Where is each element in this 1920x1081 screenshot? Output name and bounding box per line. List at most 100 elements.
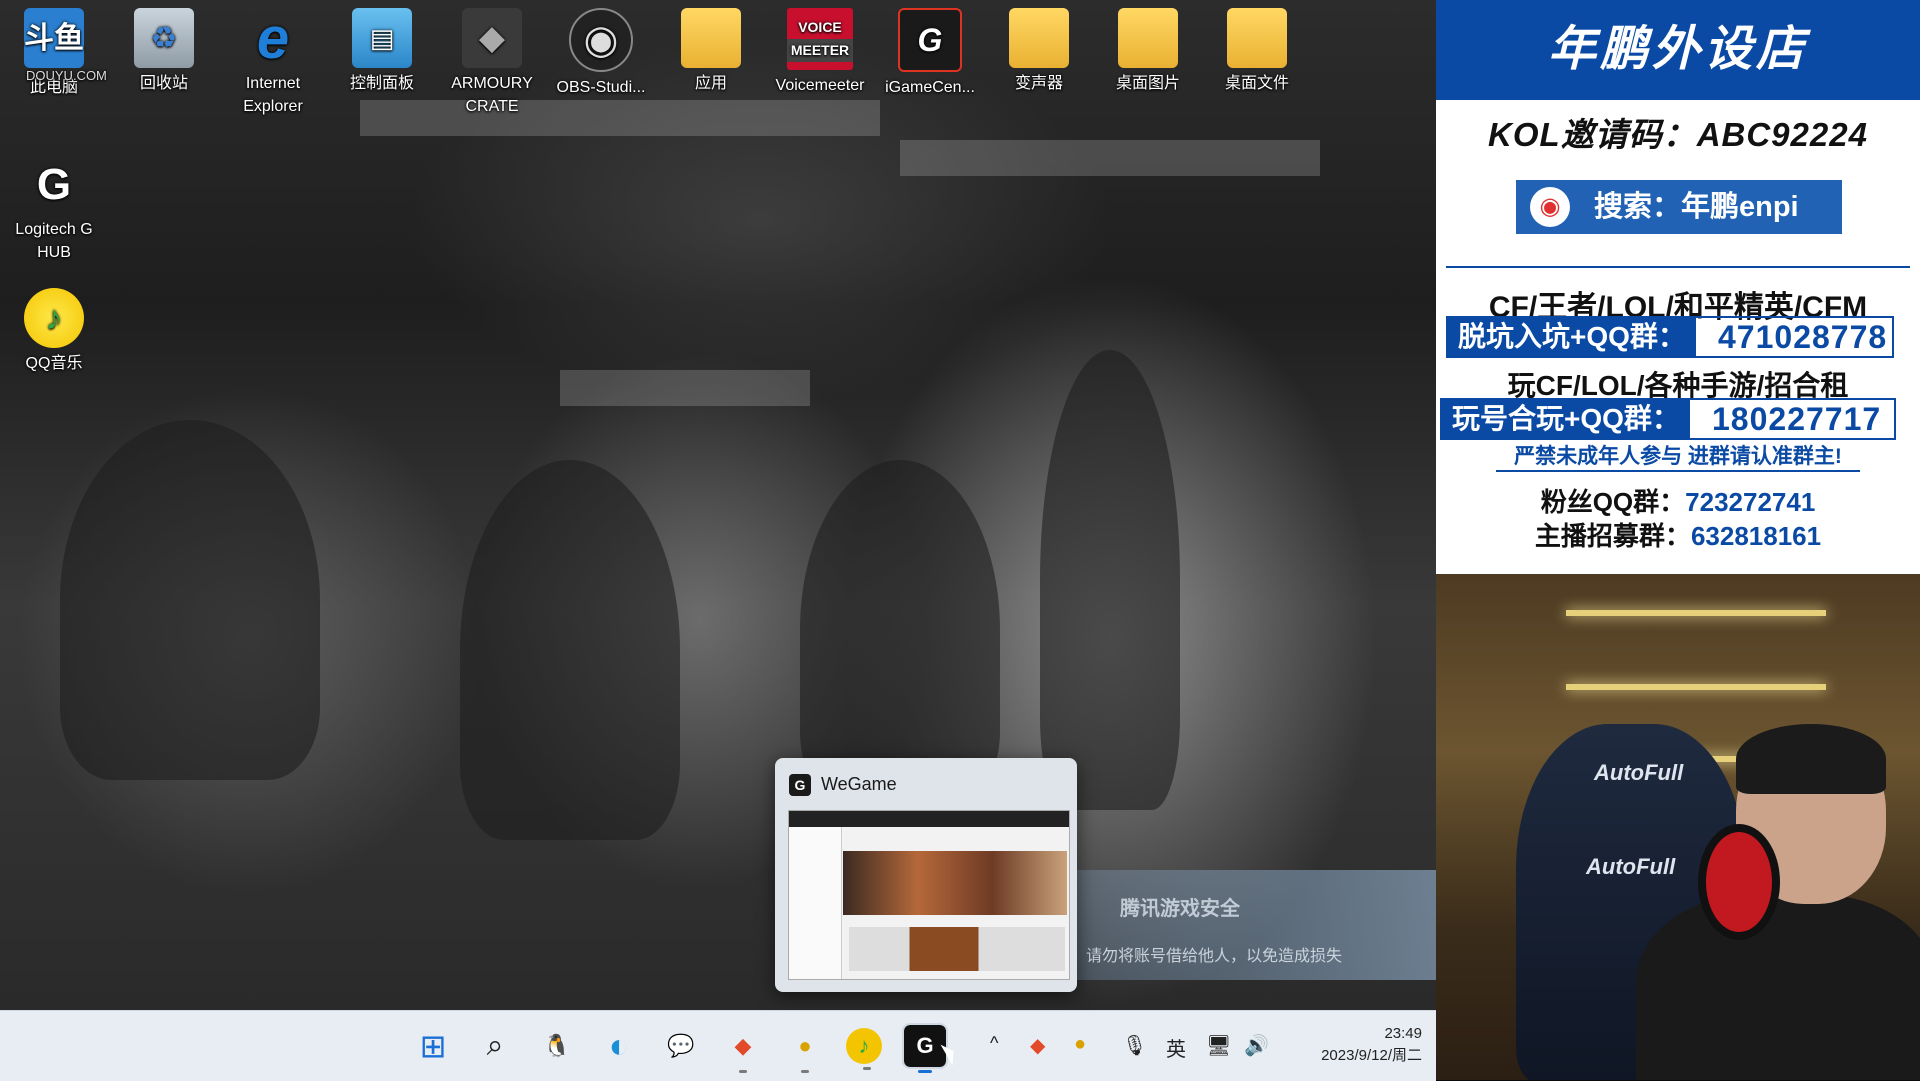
- running-indicator: [918, 1070, 932, 1073]
- logitech-g-hub-icon: G: [36, 159, 72, 209]
- clock-time: 23:49: [1384, 1025, 1422, 1042]
- thumbnail-banner: [843, 851, 1067, 915]
- stream-overlay-panel: 年鹏外设店 KOL邀请码：ABC92224 ◉ 搜索：年鹏enpi CF/王者/…: [1436, 0, 1920, 1080]
- tray-red-app-icon[interactable]: ◆: [1030, 1033, 1045, 1058]
- recruit-group-label: 主播招募群：: [1534, 521, 1691, 551]
- streamer-hair: [1736, 724, 1886, 794]
- tray-yellow-app-icon[interactable]: ●: [1074, 1033, 1086, 1056]
- qq-taskbar-button[interactable]: 🐧: [536, 1025, 578, 1067]
- weibo-icon: ◉: [1530, 187, 1570, 227]
- desktop-icon-armoury-crate[interactable]: ◆ ARMOURY CRATE: [444, 0, 540, 118]
- desktop-wallpaper: 斗鱼 DOUYU.COM 此电脑 ♻ 回收站 e Internet Explor…: [0, 0, 1436, 1010]
- fans-qq-group-number: 723272741: [1685, 487, 1816, 517]
- desktop-icon-desktop-files-folder[interactable]: 桌面文件: [1209, 0, 1305, 95]
- search-icon: ⌕: [486, 1029, 504, 1062]
- desktop-icon-label: 桌面文件: [1224, 75, 1289, 92]
- thumbnail-tiles: [849, 927, 1065, 971]
- shelf-light: [1566, 684, 1826, 690]
- desktop-icon-logitech-g-hub[interactable]: G Logitech G HUB: [6, 146, 102, 264]
- microphone-icon[interactable]: 🎙: [1122, 1033, 1147, 1058]
- security-notice: 腾讯游戏安全 请勿将账号借给他人，以免造成损失: [1076, 870, 1436, 980]
- desktop-icon-control-panel[interactable]: ▤ 控制面板: [334, 0, 430, 95]
- desktop-icon-voice-changer-folder[interactable]: 变声器: [991, 0, 1087, 95]
- running-indicator: [863, 1067, 871, 1070]
- desktop-icon-label: Logitech G HUB: [15, 221, 93, 261]
- internet-explorer-icon: e: [256, 5, 290, 71]
- chair-brand-top: AutoFull: [1594, 760, 1684, 785]
- desktop-icon-voicemeeter[interactable]: VOICE MEETER Voicemeeter: [772, 0, 868, 97]
- recruit-group-number: 632818161: [1690, 521, 1822, 551]
- wegame-icon: G: [789, 774, 811, 796]
- yellow-app-taskbar-button[interactable]: ●: [784, 1025, 826, 1073]
- divider: [1496, 470, 1860, 472]
- desktop-icon-igamecenter[interactable]: G iGameCen...: [882, 0, 978, 99]
- desktop-icon-internet-explorer[interactable]: e Internet Explorer: [225, 0, 321, 118]
- volume-icon[interactable]: 🔊: [1244, 1033, 1269, 1058]
- desktop-icon-apps-folder[interactable]: 应用: [663, 0, 759, 95]
- desktop-icon-obs[interactable]: ◉ OBS-Studi...: [553, 0, 649, 99]
- divider: [1446, 266, 1910, 268]
- thumbnail-titlebar: [789, 811, 1069, 827]
- voicemeeter-icon-top: VOICE: [798, 19, 842, 35]
- qq-music-icon: ♪: [24, 288, 84, 348]
- shelf-light: [1566, 610, 1826, 616]
- qq-group-2-row: 玩号合玩+QQ群： 180227717: [1440, 398, 1896, 440]
- clock-date: 2023/9/12/周二: [1321, 1047, 1422, 1064]
- desktop-icon-this-pc[interactable]: 斗鱼 DOUYU.COM 此电脑: [6, 0, 107, 99]
- security-notice-heading: 腾讯游戏安全: [1120, 898, 1240, 920]
- douyu-watermark: DOUYU.COM: [26, 68, 107, 83]
- folder-icon: [1227, 8, 1287, 68]
- wechat-icon: 💬: [667, 1033, 695, 1058]
- desktop-icon-desktop-pictures-folder[interactable]: 桌面图片: [1100, 0, 1196, 95]
- qq-music-taskbar-button[interactable]: ♪: [846, 1028, 882, 1070]
- start-button[interactable]: ⊞: [412, 1025, 454, 1067]
- wallpaper-person: [800, 460, 1000, 800]
- voicemeeter-icon-bottom: MEETER: [787, 39, 853, 62]
- wegame-preview-popup[interactable]: G WeGame: [775, 758, 1077, 992]
- igamecenter-icon: G: [898, 8, 962, 72]
- qq-group-1-label: 脱坑入坑+QQ群：: [1448, 318, 1696, 356]
- headphones-icon: [1698, 824, 1780, 940]
- wallpaper-person: [1040, 350, 1180, 810]
- desktop-icon-label: 桌面图片: [1115, 75, 1180, 92]
- taskbar: ⊞ ⌕ 🐧 ◐ 💬 ◆ ● ♪ G ^ ◆ ● 🎙 英 🖥 🔊 23:49 20…: [0, 1010, 1436, 1081]
- red-app-taskbar-button[interactable]: ◆: [722, 1025, 764, 1073]
- control-panel-icon: ▤: [352, 8, 412, 68]
- wallpaper-window-row: [360, 100, 880, 136]
- qq-music-icon: ♪: [858, 1033, 870, 1058]
- folder-icon: [1009, 8, 1069, 68]
- search-button[interactable]: ⌕: [474, 1025, 516, 1067]
- fans-qq-group-label: 粉丝QQ群：: [1540, 487, 1686, 517]
- voicemeeter-icon: VOICE MEETER: [787, 8, 853, 70]
- recycle-bin-icon: ♻: [134, 8, 194, 68]
- wegame-icon: G: [916, 1033, 934, 1058]
- recruit-group: 主播招募群：632818161: [1436, 516, 1920, 553]
- desktop-icon-recycle-bin[interactable]: ♻ 回收站: [116, 0, 212, 95]
- kol-invite-code: KOL邀请码：ABC92224: [1488, 116, 1868, 153]
- wechat-taskbar-button[interactable]: 💬: [660, 1025, 702, 1067]
- system-clock[interactable]: 23:49 2023/9/12/周二: [1282, 1023, 1422, 1067]
- network-icon[interactable]: 🖥: [1206, 1033, 1231, 1058]
- wegame-window-thumbnail[interactable]: [788, 810, 1070, 980]
- edge-icon: ◐: [608, 1026, 630, 1065]
- webcam-feed: AutoFull AutoFull: [1436, 574, 1920, 1080]
- qq-group-1-number: 471028778: [1718, 319, 1888, 355]
- desktop-icon-label: 应用: [694, 75, 727, 92]
- folder-icon: [1118, 8, 1178, 68]
- running-indicator: [739, 1070, 747, 1073]
- edge-taskbar-button[interactable]: ◐: [598, 1025, 640, 1067]
- streamer-body: [1636, 894, 1920, 1080]
- qq-group-2-number: 180227717: [1712, 401, 1882, 437]
- security-notice-message: 请勿将账号借给他人，以免造成损失: [1086, 948, 1343, 965]
- weibo-search-banner: ◉ 搜索：年鹏enpi: [1516, 180, 1842, 234]
- desktop-icon-label: iGameCen...: [885, 79, 975, 96]
- desktop-icon-label: 回收站: [139, 75, 188, 92]
- qq-group-2-label: 玩号合玩+QQ群：: [1442, 400, 1690, 438]
- wegame-taskbar-button[interactable]: G: [902, 1023, 948, 1073]
- ime-indicator[interactable]: 英: [1166, 1033, 1186, 1062]
- desktop-icon-label: 控制面板: [349, 75, 414, 92]
- tray-overflow-chevron[interactable]: ^: [990, 1033, 998, 1054]
- age-warning: 严禁未成年人参与 进群请认准群主!: [1514, 445, 1842, 468]
- desktop-icon-qq-music[interactable]: ♪ QQ音乐: [6, 280, 102, 375]
- shop-title: 年鹏外设店: [1436, 0, 1920, 100]
